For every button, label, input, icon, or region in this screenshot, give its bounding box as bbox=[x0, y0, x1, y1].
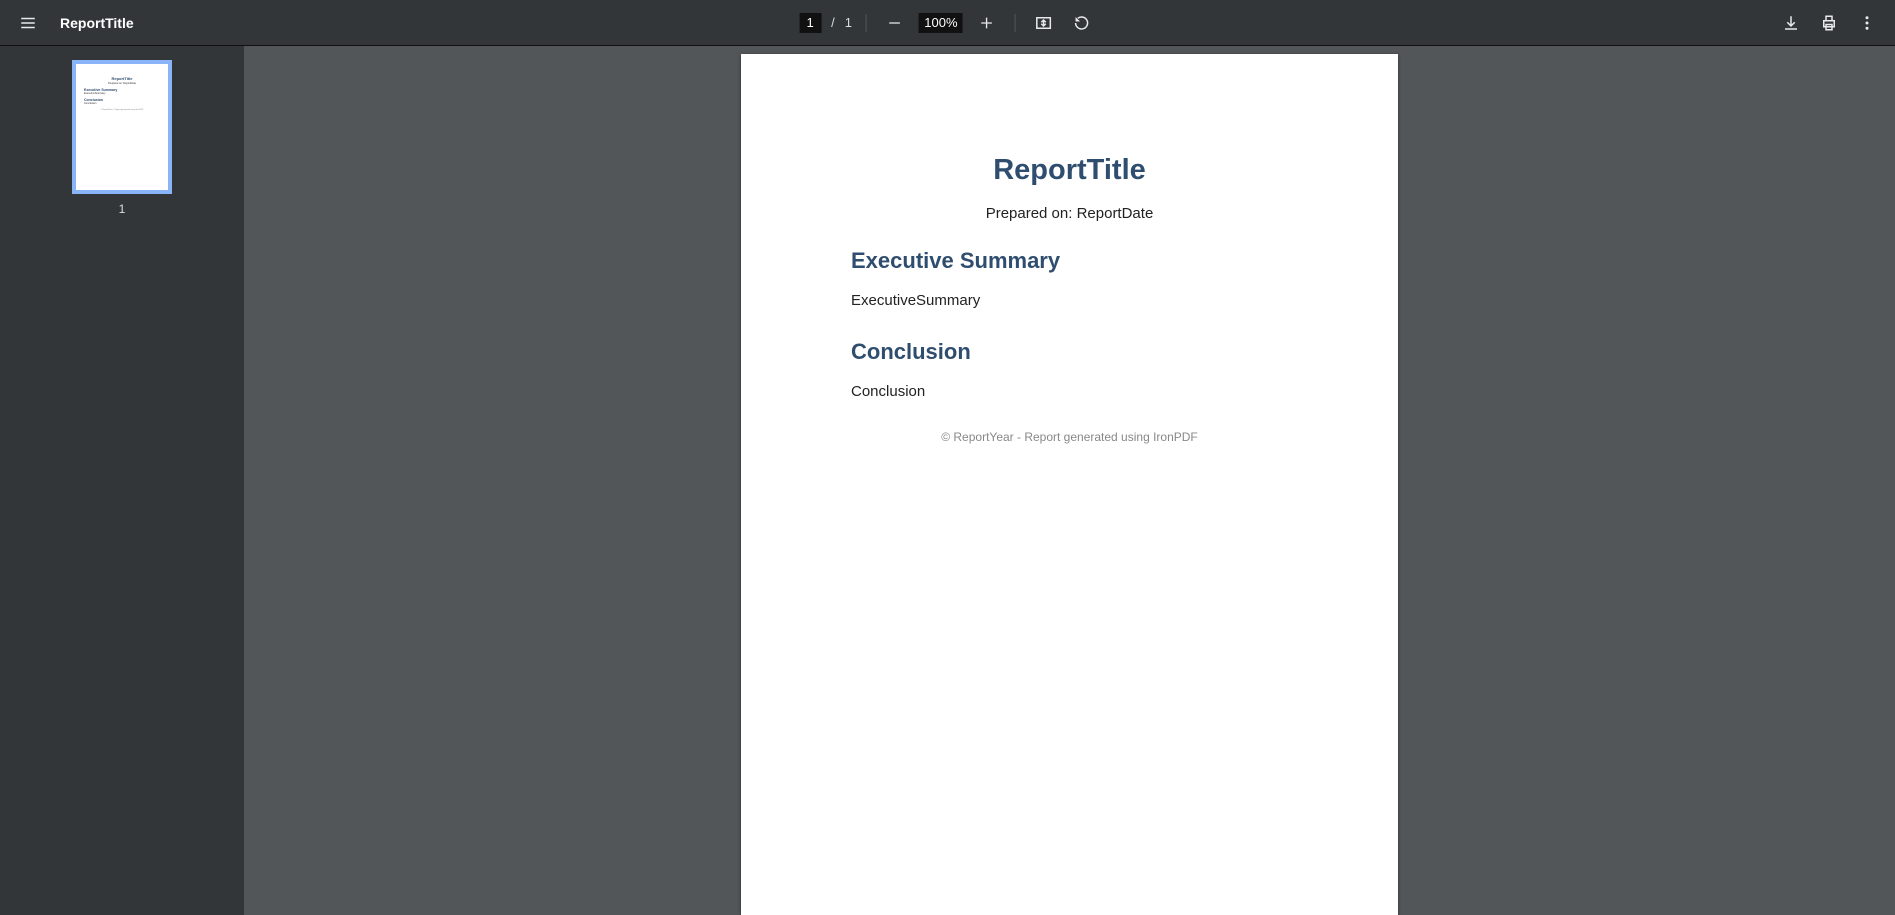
thumb-date: Prepared on: ReportDate bbox=[84, 82, 160, 85]
zoom-in-button[interactable] bbox=[973, 9, 1001, 37]
download-icon bbox=[1782, 14, 1800, 32]
rotate-button[interactable] bbox=[1068, 9, 1096, 37]
zoom-out-button[interactable] bbox=[881, 9, 909, 37]
doc-footer: © ReportYear - Report generated using Ir… bbox=[851, 430, 1288, 444]
divider bbox=[1015, 14, 1016, 32]
thumb-p2: Conclusion bbox=[84, 102, 160, 105]
doc-title: ReportTitle bbox=[851, 154, 1288, 187]
zoom-input[interactable] bbox=[919, 13, 963, 33]
fit-icon bbox=[1035, 14, 1053, 32]
doc-prepared-on: Prepared on: ReportDate bbox=[851, 205, 1288, 222]
document-viewport[interactable]: ReportTitle Prepared on: ReportDate Exec… bbox=[244, 46, 1895, 915]
section-body-executive-summary: ExecutiveSummary bbox=[851, 292, 1288, 309]
page-1: ReportTitle Prepared on: ReportDate Exec… bbox=[741, 54, 1398, 915]
minus-icon bbox=[887, 15, 903, 31]
plus-icon bbox=[979, 15, 995, 31]
toolbar: ReportTitle / 1 bbox=[0, 0, 1895, 46]
print-icon bbox=[1820, 14, 1838, 32]
more-button[interactable] bbox=[1853, 9, 1881, 37]
page-separator: / bbox=[831, 15, 835, 30]
section-heading-conclusion: Conclusion bbox=[851, 339, 1288, 365]
print-button[interactable] bbox=[1815, 9, 1843, 37]
thumbnail-sidebar: ReportTitle Prepared on: ReportDate Exec… bbox=[0, 46, 244, 915]
rotate-icon bbox=[1073, 14, 1091, 32]
document-title: ReportTitle bbox=[60, 15, 134, 31]
body: ReportTitle Prepared on: ReportDate Exec… bbox=[0, 46, 1895, 915]
thumb-foot: © ReportYear - Report generated using Ir… bbox=[84, 109, 160, 111]
toolbar-left: ReportTitle bbox=[0, 9, 134, 37]
divider bbox=[866, 14, 867, 32]
menu-button[interactable] bbox=[14, 9, 42, 37]
section-body-conclusion: Conclusion bbox=[851, 383, 1288, 400]
thumb-title: ReportTitle bbox=[84, 76, 160, 81]
menu-icon bbox=[19, 14, 37, 32]
page-total: 1 bbox=[845, 15, 852, 30]
thumb-p1: ExecutiveSummary bbox=[84, 92, 160, 95]
more-vert-icon bbox=[1858, 14, 1876, 32]
toolbar-right bbox=[1777, 9, 1895, 37]
toolbar-center: / 1 bbox=[799, 9, 1096, 37]
download-button[interactable] bbox=[1777, 9, 1805, 37]
section-heading-executive-summary: Executive Summary bbox=[851, 248, 1288, 274]
thumbnail-label: 1 bbox=[119, 202, 126, 216]
page-thumbnail-1[interactable]: ReportTitle Prepared on: ReportDate Exec… bbox=[72, 60, 172, 194]
page-number-input[interactable] bbox=[799, 13, 821, 33]
fit-page-button[interactable] bbox=[1030, 9, 1058, 37]
